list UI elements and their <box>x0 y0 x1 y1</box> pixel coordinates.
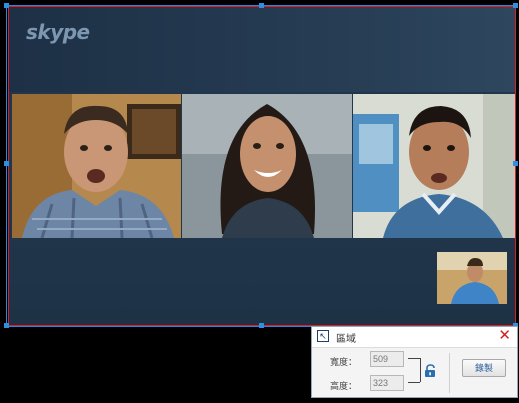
panel-divider <box>449 353 450 393</box>
participant-video-left[interactable] <box>12 94 181 238</box>
height-field[interactable]: 323 <box>370 375 404 391</box>
participant-video-center[interactable] <box>182 94 352 238</box>
self-view-preview[interactable] <box>437 252 507 304</box>
height-label: 高度： <box>330 381 358 391</box>
lock-link-vertical <box>420 358 421 382</box>
record-button[interactable]: 錄製 <box>462 359 506 377</box>
unlock-icon[interactable] <box>424 364 438 378</box>
region-panel: ↖ 區域 ✕ 寬度： 509 高度： 323 錄製 <box>311 326 518 398</box>
region-select-icon: ↖ <box>317 330 329 342</box>
video-call-stage: skype <box>8 6 516 326</box>
resize-handle-left[interactable] <box>4 161 9 166</box>
region-panel-title: 區域 <box>336 334 356 345</box>
resize-handle-right[interactable] <box>513 161 518 166</box>
region-panel-header: ↖ 區域 ✕ <box>312 327 517 348</box>
resize-handle-top-right[interactable] <box>513 3 518 8</box>
participant-video-row <box>12 94 516 238</box>
resize-handle-bottom[interactable] <box>259 323 264 328</box>
width-field[interactable]: 509 <box>370 351 404 367</box>
lock-link-top <box>408 358 420 359</box>
participant-video-right[interactable] <box>353 94 516 238</box>
resize-handle-top-left[interactable] <box>4 3 9 8</box>
resize-handle-bottom-left[interactable] <box>4 323 9 328</box>
width-label: 寬度： <box>330 357 358 367</box>
skype-logo: skype <box>26 20 90 44</box>
stage-header-area <box>8 6 516 92</box>
lock-link-bottom <box>408 382 420 383</box>
close-icon[interactable]: ✕ <box>498 327 511 345</box>
resize-handle-top[interactable] <box>259 3 264 8</box>
